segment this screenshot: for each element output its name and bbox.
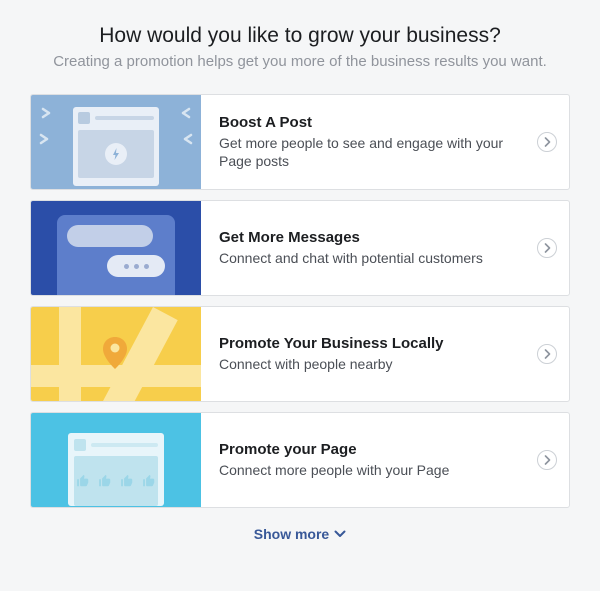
- promotion-panel: How would you like to grow your business…: [0, 0, 600, 552]
- option-content: Promote Your Business Locally Connect wi…: [201, 307, 525, 401]
- chevron-button[interactable]: [525, 201, 569, 295]
- chevron-down-icon: [334, 530, 346, 538]
- option-desc: Get more people to see and engage with y…: [219, 134, 515, 170]
- option-boost-post[interactable]: Boost A Post Get more people to see and …: [30, 94, 570, 190]
- show-more-label: Show more: [254, 526, 329, 542]
- show-more-button[interactable]: Show more: [30, 526, 570, 542]
- option-title: Promote your Page: [219, 441, 515, 458]
- chevron-button[interactable]: [525, 413, 569, 507]
- promote-page-illustration: [31, 413, 201, 507]
- chevron-button[interactable]: [525, 307, 569, 401]
- option-desc: Connect more people with your Page: [219, 461, 515, 479]
- option-title: Get More Messages: [219, 229, 515, 246]
- option-promote-page[interactable]: Promote your Page Connect more people wi…: [30, 412, 570, 508]
- page-subtitle: Creating a promotion helps get you more …: [30, 52, 570, 72]
- option-promote-locally[interactable]: Promote Your Business Locally Connect wi…: [30, 306, 570, 402]
- option-title: Promote Your Business Locally: [219, 335, 515, 352]
- chevron-right-icon: [537, 344, 557, 364]
- chevron-button[interactable]: [525, 95, 569, 189]
- chevron-right-icon: [537, 132, 557, 152]
- option-content: Boost A Post Get more people to see and …: [201, 95, 525, 189]
- messages-illustration: [31, 201, 201, 295]
- chevron-right-icon: [537, 450, 557, 470]
- option-content: Get More Messages Connect and chat with …: [201, 201, 525, 295]
- page-title: How would you like to grow your business…: [30, 24, 570, 48]
- option-title: Boost A Post: [219, 114, 515, 131]
- option-desc: Connect with people nearby: [219, 355, 515, 373]
- chevron-right-icon: [537, 238, 557, 258]
- boost-post-illustration: [31, 95, 201, 189]
- header: How would you like to grow your business…: [30, 24, 570, 72]
- promotion-options: Boost A Post Get more people to see and …: [30, 94, 570, 508]
- map-pin-icon: [103, 337, 127, 374]
- option-content: Promote your Page Connect more people wi…: [201, 413, 525, 507]
- local-illustration: [31, 307, 201, 401]
- option-get-messages[interactable]: Get More Messages Connect and chat with …: [30, 200, 570, 296]
- option-desc: Connect and chat with potential customer…: [219, 249, 515, 267]
